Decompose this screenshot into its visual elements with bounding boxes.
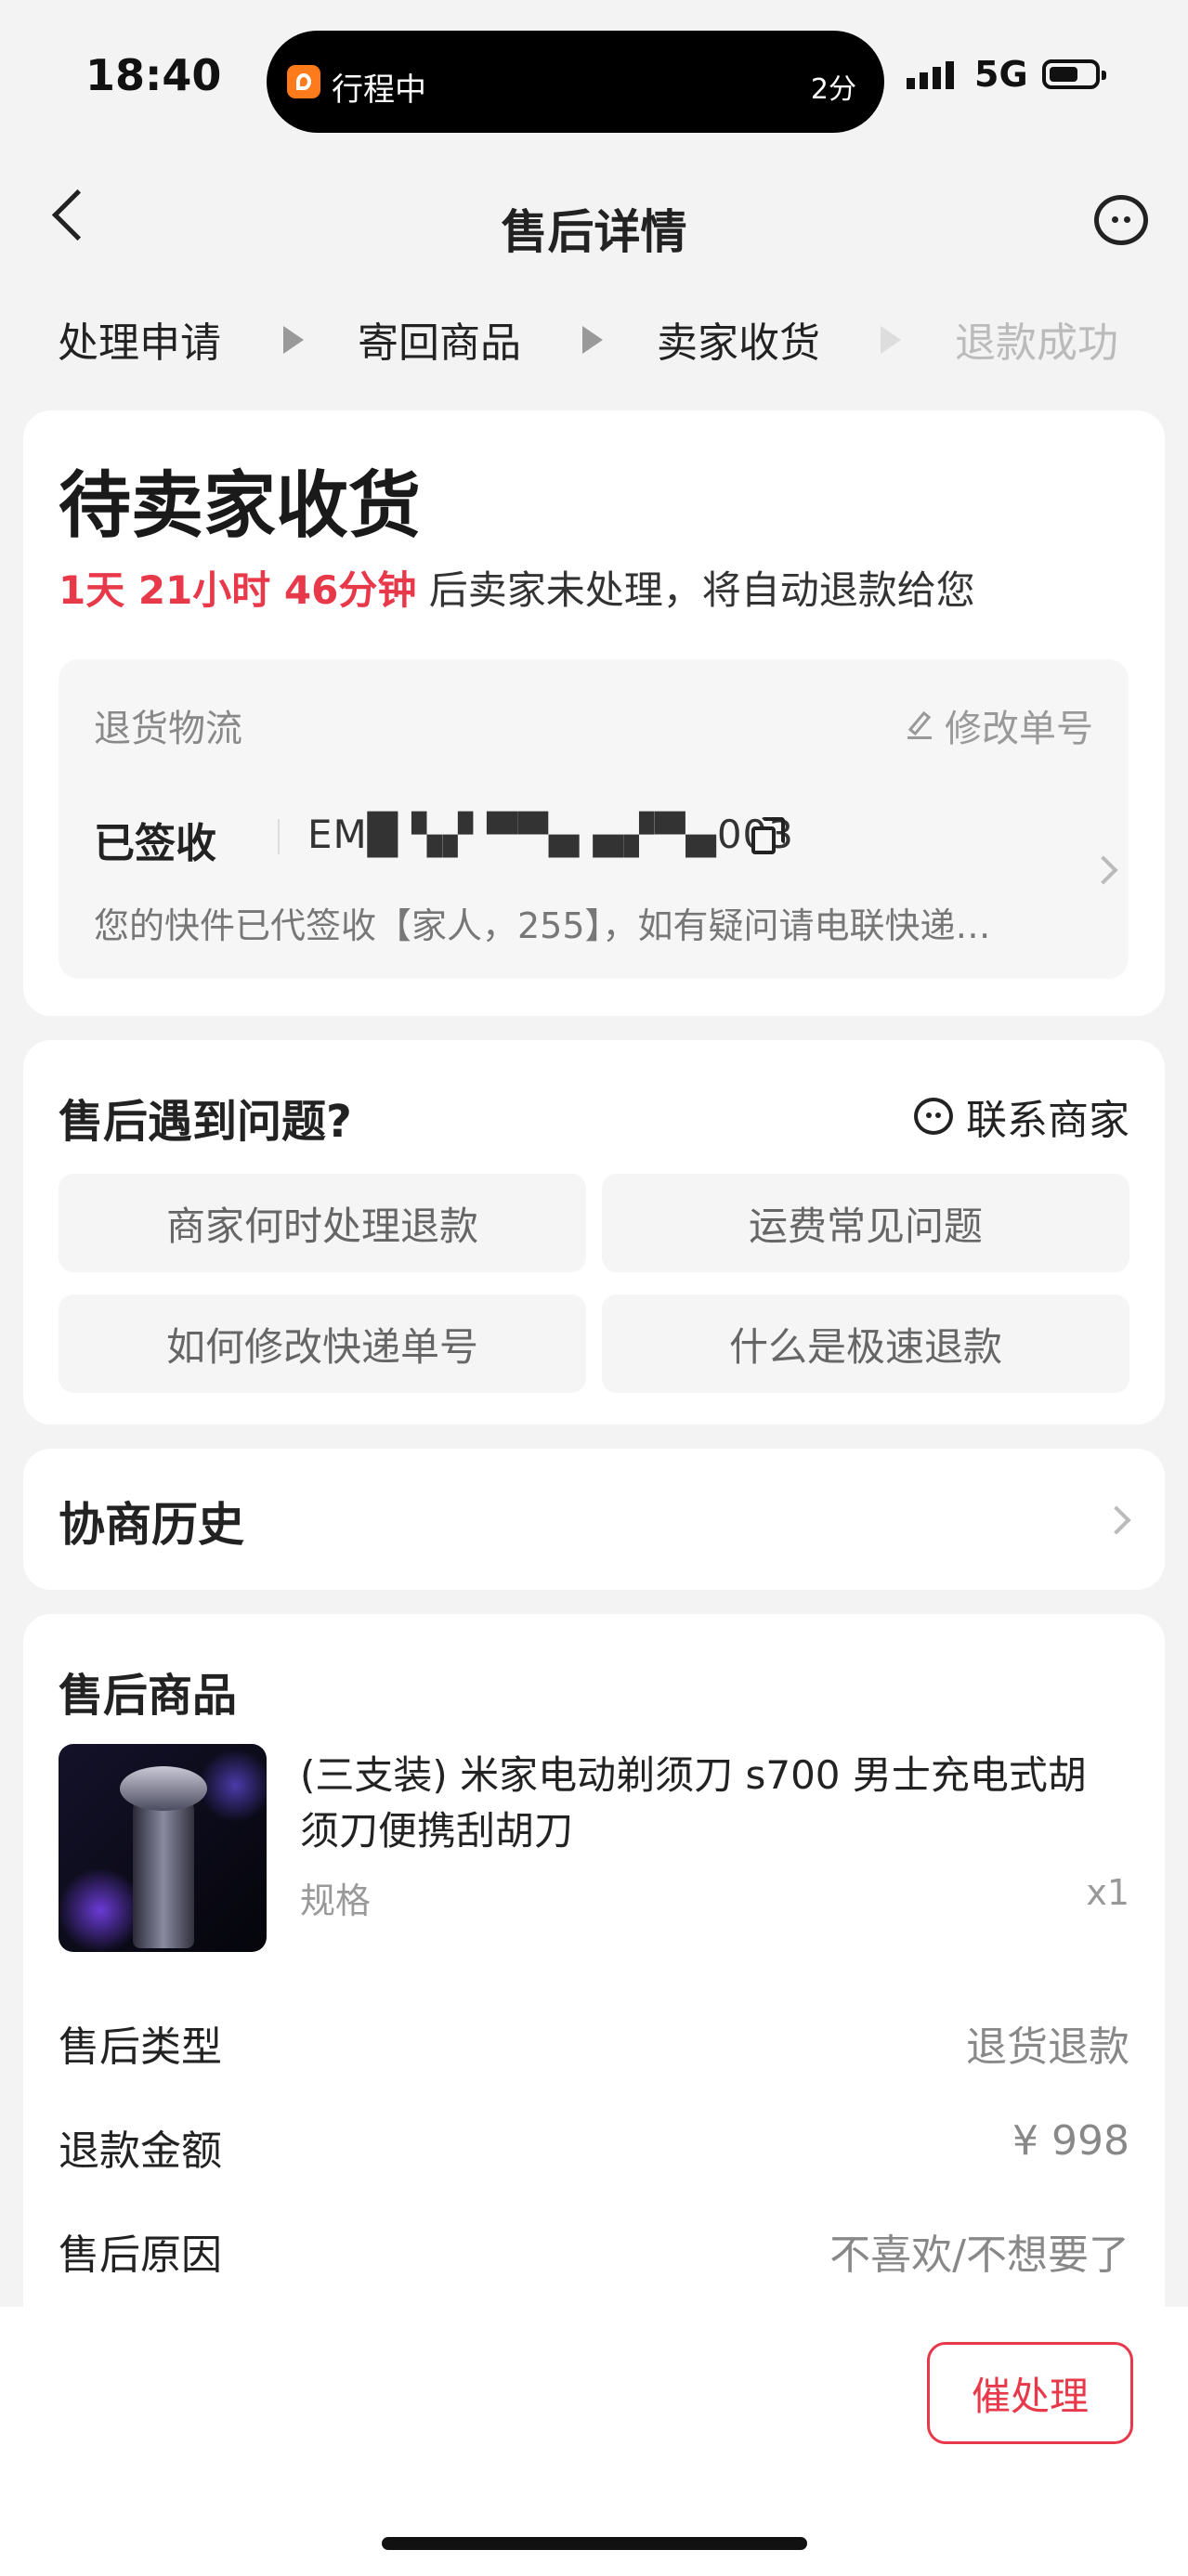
faq-button[interactable]: 如何修改快递单号: [59, 1295, 586, 1393]
customer-service-icon: [914, 1098, 953, 1135]
refund-amount-label: 退款金额: [59, 2127, 222, 2175]
divider: [278, 819, 280, 854]
step-seller-receive: 卖家收货: [657, 319, 820, 367]
refund-amount-value: ¥ 998: [1012, 2117, 1129, 2165]
faq-button[interactable]: 什么是极速退款: [602, 1295, 1129, 1393]
dynamic-island[interactable]: 行程中 2分: [267, 31, 884, 133]
faq-button[interactable]: 运费常见问题: [602, 1174, 1129, 1272]
edit-tracking-label: 修改单号: [945, 708, 1093, 750]
status-time: 18:40: [85, 50, 222, 100]
countdown-timer: 1天 21小时 46分钟: [59, 567, 417, 613]
progress-steps: 处理申请 寄回商品 卖家收货 退款成功: [0, 309, 1188, 374]
chevron-right-icon: [1089, 855, 1118, 885]
step-arrow-icon: [283, 326, 304, 354]
contact-merchant-button[interactable]: 联系商家: [914, 1086, 1129, 1146]
return-status-title: 待卖家收货: [59, 464, 422, 548]
history-title: 协商历史: [59, 1498, 244, 1552]
island-trip-label: 行程中: [332, 72, 426, 109]
goods-title: 售后商品: [59, 1670, 238, 1722]
product-quantity: x1: [1086, 1872, 1129, 1913]
step-arrow-icon: [881, 326, 901, 354]
customer-service-icon[interactable]: [1094, 195, 1148, 245]
aftersale-type-value: 退货退款: [966, 2023, 1129, 2071]
faq-button[interactable]: 商家何时处理退款: [59, 1174, 586, 1272]
urge-process-button[interactable]: 催处理: [927, 2342, 1133, 2444]
step-apply: 处理申请: [58, 319, 221, 367]
signal-icon: [907, 61, 954, 89]
logistics-description: 您的快件已代签收【家人，255】，如有疑问请电联快递员【王XX，电话XXXXXX…: [94, 905, 1023, 946]
step-arrow-icon: [582, 326, 603, 354]
network-type: 5G: [974, 54, 1028, 95]
history-card[interactable]: 协商历史: [23, 1449, 1165, 1590]
battery-icon: [1042, 59, 1106, 89]
aftersale-type-label: 售后类型: [59, 2023, 222, 2071]
product-spec: 规格: [300, 1880, 372, 1921]
signed-label: 已签收: [94, 820, 216, 867]
island-duration: 2分: [810, 73, 856, 106]
page-title: 售后详情: [501, 205, 687, 259]
aftersale-reason-value: 不喜欢/不想要了: [829, 2231, 1129, 2279]
tracking-number: EM█ ▚▞ ▀▀▄ ▄▞▀▄003: [307, 812, 794, 857]
edit-tracking-button[interactable]: 修改单号: [907, 698, 1093, 752]
aftersale-reason-label: 售后原因: [59, 2231, 222, 2279]
bottom-action-bar: 催处理: [0, 2307, 1188, 2576]
step-return-goods: 寄回商品: [358, 319, 521, 367]
help-title: 售后遇到问题?: [59, 1096, 352, 1148]
logistics-label: 退货物流: [94, 708, 242, 750]
contact-merchant-label: 联系商家: [966, 1097, 1129, 1144]
status-bar: 18:40 行程中 2分 5G: [0, 0, 1188, 158]
pencil-icon: [907, 711, 932, 739]
ride-app-icon: [287, 65, 320, 98]
nav-bar: 售后详情: [0, 176, 1188, 269]
product-name[interactable]: (三支装) 米家电动剃须刀 s700 男士充电式胡须刀便携刮胡刀: [300, 1748, 1099, 1859]
copy-icon[interactable]: [751, 817, 787, 854]
countdown-suffix: 后卖家未处理，将自动退款给您: [416, 567, 975, 613]
status-card: 待卖家收货 1天 21小时 46分钟 后卖家未处理，将自动退款给您 退货物流 修…: [23, 410, 1165, 1016]
step-refund-success: 退款成功: [955, 319, 1118, 367]
goods-card: 售后商品 (三支装) 米家电动剃须刀 s700 男士充电式胡须刀便携刮胡刀 规格…: [23, 1614, 1165, 2357]
countdown-text: 1天 21小时 46分钟 后卖家未处理，将自动退款给您: [59, 559, 975, 616]
logistics-box[interactable]: 退货物流 修改单号 已签收 EM█ ▚▞ ▀▀▄ ▄▞▀▄003 您的快件已代签…: [59, 659, 1129, 979]
home-indicator[interactable]: [382, 2537, 807, 2550]
product-image[interactable]: [59, 1744, 267, 1952]
help-card: 售后遇到问题? 联系商家 商家何时处理退款 运费常见问题 如何修改快递单号 什么…: [23, 1040, 1165, 1425]
chevron-right-icon: [1102, 1505, 1131, 1535]
